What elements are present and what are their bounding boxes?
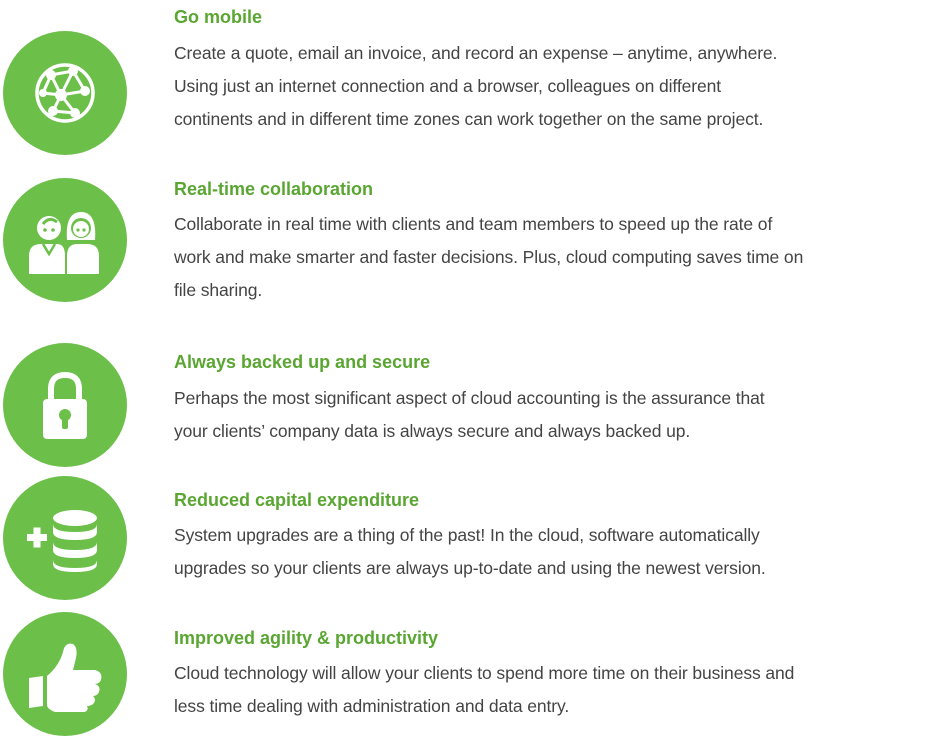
thumbs-up-icon (3, 612, 127, 736)
description-line: Cloud technology will allow your clients… (174, 663, 795, 683)
description-line: continents and in different time zones c… (174, 109, 764, 129)
description-line: System upgrades are a thing of the past!… (174, 525, 760, 545)
feature-description: Create a quote, email an invoice, and re… (174, 37, 933, 136)
description-line: Using just an internet connection and a … (174, 76, 721, 96)
description-line: Collaborate in real time with clients an… (174, 214, 773, 234)
description-line: Create a quote, email an invoice, and re… (174, 43, 778, 63)
feature-title: Reduced capital expenditure (174, 490, 420, 510)
description-line: your clients’ company data is always sec… (174, 421, 691, 441)
people-collaboration-icon (3, 178, 127, 302)
description-line: work and make smarter and faster decisio… (174, 247, 804, 267)
description-line: file sharing. (174, 280, 263, 300)
feature-description: System upgrades are a thing of the past!… (174, 519, 933, 585)
feature-title: Improved agility & productivity (174, 628, 439, 648)
feature-title: Go mobile (174, 7, 263, 27)
description-line: upgrades so your clients are always up-t… (174, 558, 766, 578)
feature-description: Collaborate in real time with clients an… (174, 208, 933, 307)
database-plus-icon (3, 476, 127, 600)
feature-description: Cloud technology will allow your clients… (174, 657, 933, 723)
padlock-icon (3, 343, 127, 467)
description-line: less time dealing with administration an… (174, 696, 570, 716)
feature-description: Perhaps the most significant aspect of c… (174, 382, 933, 448)
feature-title: Real-time collaboration (174, 179, 374, 199)
feature-title: Always backed up and secure (174, 352, 431, 372)
globe-network-icon (3, 31, 127, 155)
description-line: Perhaps the most significant aspect of c… (174, 388, 765, 408)
